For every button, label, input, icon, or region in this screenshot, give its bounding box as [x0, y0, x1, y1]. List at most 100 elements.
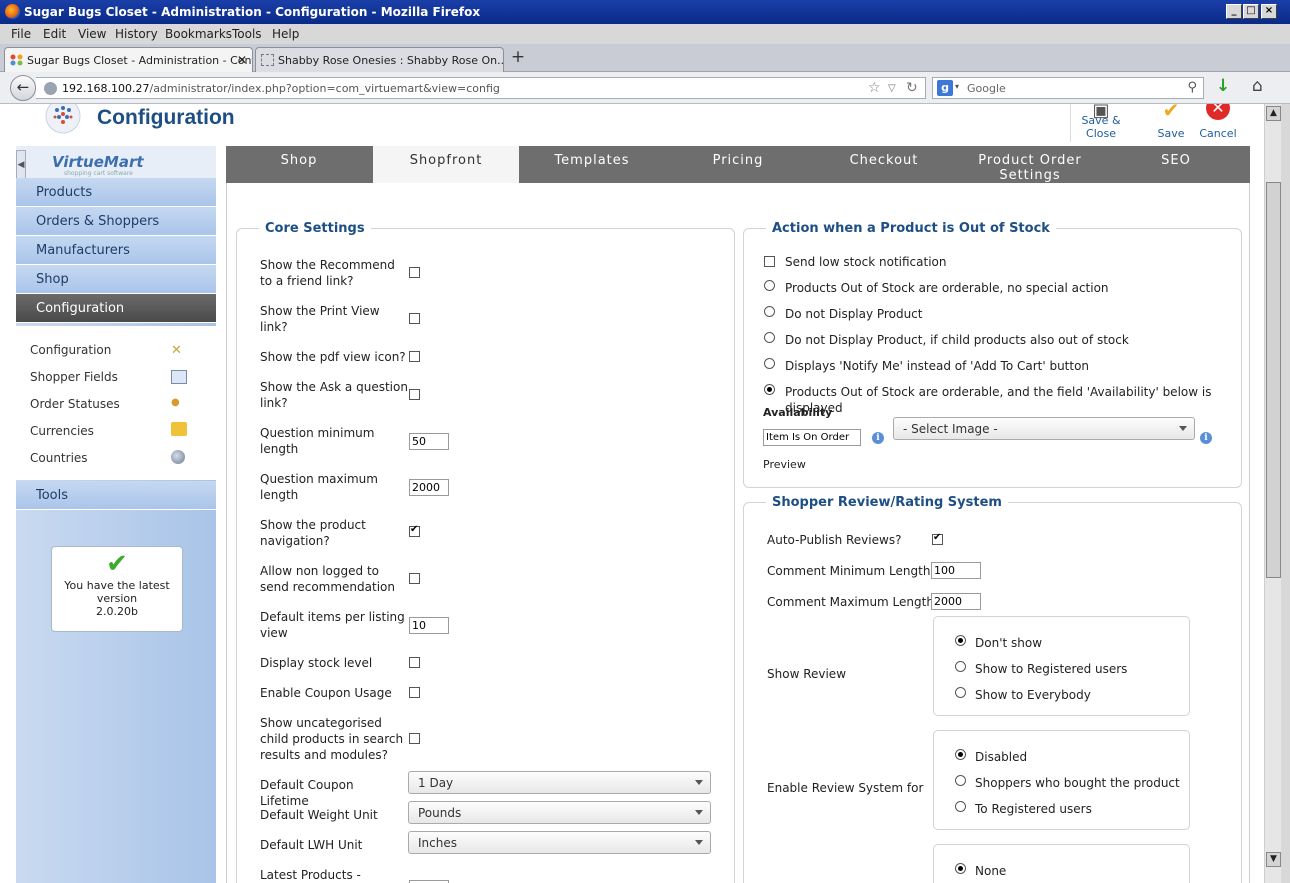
configuration-submenu: Configuration ✕ Shopper Fields Order Sta… — [16, 326, 216, 480]
scroll-thumb[interactable] — [1266, 182, 1281, 578]
google-engine-icon[interactable]: g — [937, 80, 953, 96]
uncategorised-checkbox[interactable] — [409, 733, 420, 744]
stock-option-radio[interactable] — [764, 306, 775, 317]
print-view-checkbox[interactable] — [409, 313, 420, 324]
enable-review-radio[interactable] — [955, 775, 966, 786]
question-min-input[interactable]: 50 — [409, 433, 449, 450]
availability-image-select[interactable]: - Select Image - — [893, 417, 1195, 440]
comment-min-input[interactable]: 100 — [931, 562, 981, 579]
sidebar-item-orders-shoppers[interactable]: Orders & Shoppers — [16, 207, 216, 236]
product-nav-checkbox[interactable] — [409, 524, 420, 537]
history-dropdown-icon[interactable]: ▽ — [888, 83, 896, 94]
menu-view[interactable]: View — [78, 27, 106, 41]
sidebar-logo: VirtueMart shopping cart software — [16, 146, 216, 178]
url-bar[interactable]: 192.168.100.27/administrator/index.php?o… — [36, 77, 926, 99]
show-review-option-label: Show to Everybody — [975, 688, 1091, 702]
browser-tab-active[interactable]: Sugar Bugs Closet - Administration - Con… — [4, 47, 253, 72]
tab-pricing[interactable]: Pricing — [665, 146, 811, 183]
page-title: Configuration — [97, 106, 235, 129]
cancel-icon: ✕ — [1206, 104, 1230, 120]
show-review-option-label: Don't show — [975, 636, 1043, 650]
checkmark-icon: ✔ — [106, 549, 128, 579]
bookmark-star-icon[interactable]: ☆ — [868, 80, 881, 96]
save-close-button[interactable]: ▣ Save & Close — [1071, 104, 1131, 142]
lwh-unit-label: Default LWH Unit — [260, 838, 363, 852]
menu-tools[interactable]: Tools — [232, 27, 262, 41]
info-icon[interactable]: i — [1200, 432, 1212, 444]
coupon-usage-checkbox[interactable] — [409, 687, 420, 698]
coupon-lifetime-select[interactable]: 1 Day — [408, 771, 711, 794]
chevron-down-icon — [1179, 426, 1187, 431]
comment-max-input[interactable]: 2000 — [931, 593, 981, 610]
stock-option-radio[interactable] — [764, 332, 775, 343]
download-icon[interactable]: ↓ — [1216, 76, 1230, 96]
stock-option-radio[interactable] — [764, 358, 775, 369]
reload-icon[interactable]: ↻ — [906, 80, 918, 96]
tab-checkout[interactable]: Checkout — [811, 146, 957, 183]
sidebar-item-manufacturers[interactable]: Manufacturers — [16, 236, 216, 265]
new-tab-button[interactable]: + — [506, 48, 530, 68]
menu-bookmarks[interactable]: Bookmarks — [165, 27, 232, 41]
info-icon[interactable]: i — [872, 432, 884, 444]
coupon-lifetime-label: Default Coupon Lifetime — [260, 778, 354, 808]
low-stock-checkbox[interactable] — [764, 256, 775, 267]
recommend-checkbox[interactable] — [409, 267, 420, 278]
show-review-radio[interactable] — [955, 635, 966, 646]
tab-seo[interactable]: SEO — [1103, 146, 1249, 183]
show-review-radio[interactable] — [955, 661, 966, 672]
sidebar-item-configuration[interactable]: Configuration — [16, 294, 216, 323]
question-max-input[interactable]: 2000 — [409, 479, 449, 496]
tab-product-order-settings[interactable]: Product Order Settings — [957, 146, 1103, 183]
scroll-up-icon[interactable]: ▲ — [1266, 106, 1281, 121]
stock-option-radio[interactable] — [764, 280, 775, 291]
sidebar-collapse-handle[interactable]: ◀ — [16, 150, 26, 180]
enable-review-radio[interactable] — [955, 801, 966, 812]
engine-dropdown-icon[interactable]: ▾ — [955, 82, 959, 91]
page-scrollbar[interactable]: ▲ ▼ — [1264, 104, 1281, 883]
close-window-button[interactable]: × — [1261, 4, 1277, 19]
version-line1: You have the latest — [64, 579, 170, 592]
tab-shop[interactable]: Shop — [226, 146, 372, 183]
menu-help[interactable]: Help — [272, 27, 299, 41]
low-stock-label: Send low stock notification — [785, 255, 947, 269]
enable-review-radio[interactable] — [955, 749, 966, 760]
sidebar-item-tools[interactable]: Tools — [16, 481, 216, 510]
back-button[interactable]: ← — [10, 75, 36, 101]
search-bar[interactable]: g ▾ Google ⚲ — [932, 77, 1204, 99]
show-review-radio[interactable] — [955, 687, 966, 698]
menu-file[interactable]: File — [11, 27, 31, 41]
sidebar-item-shop[interactable]: Shop — [16, 265, 216, 294]
rating-radio[interactable] — [955, 863, 966, 874]
cancel-button[interactable]: ✕ Cancel — [1188, 104, 1248, 142]
tab-shopfront[interactable]: Shopfront — [373, 146, 519, 183]
submenu-order-statuses[interactable]: Order Statuses — [30, 397, 120, 411]
browser-tab-inactive[interactable]: Shabby Rose Onesies : Shabby Rose On... — [255, 47, 504, 72]
submenu-countries[interactable]: Countries — [30, 451, 88, 465]
auto-publish-checkbox[interactable] — [932, 532, 943, 545]
submenu-shopper-fields[interactable]: Shopper Fields — [30, 370, 118, 384]
lwh-unit-select[interactable]: Inches — [408, 831, 711, 854]
submenu-currencies[interactable]: Currencies — [30, 424, 94, 438]
tab-templates[interactable]: Templates — [519, 146, 665, 183]
submenu-configuration[interactable]: Configuration — [30, 343, 111, 357]
maximize-button[interactable]: □ — [1243, 4, 1259, 19]
sidebar-item-products[interactable]: Products — [16, 178, 216, 207]
non-logged-checkbox[interactable] — [409, 573, 420, 584]
minimize-button[interactable]: _ — [1226, 4, 1242, 19]
stock-option-radio[interactable] — [764, 384, 775, 395]
site-identity-icon[interactable] — [44, 82, 57, 95]
home-icon[interactable]: ⌂ — [1252, 76, 1263, 96]
scroll-down-icon[interactable]: ▼ — [1266, 852, 1281, 867]
pdf-icon-checkbox[interactable] — [409, 351, 420, 362]
items-per-listing-input[interactable]: 10 — [409, 617, 449, 634]
menu-edit[interactable]: Edit — [43, 27, 66, 41]
stock-level-checkbox[interactable] — [409, 657, 420, 668]
availability-input[interactable]: Item Is On Order — [763, 429, 861, 446]
stock-option-label: Do not Display Product, if child product… — [785, 333, 1129, 347]
menu-history[interactable]: History — [115, 27, 158, 41]
close-tab-icon[interactable]: ✕ — [237, 53, 247, 67]
ask-question-checkbox[interactable] — [409, 389, 420, 400]
search-icon[interactable]: ⚲ — [1187, 80, 1197, 95]
weight-unit-label: Default Weight Unit — [260, 808, 378, 822]
weight-unit-select[interactable]: Pounds — [408, 801, 711, 824]
